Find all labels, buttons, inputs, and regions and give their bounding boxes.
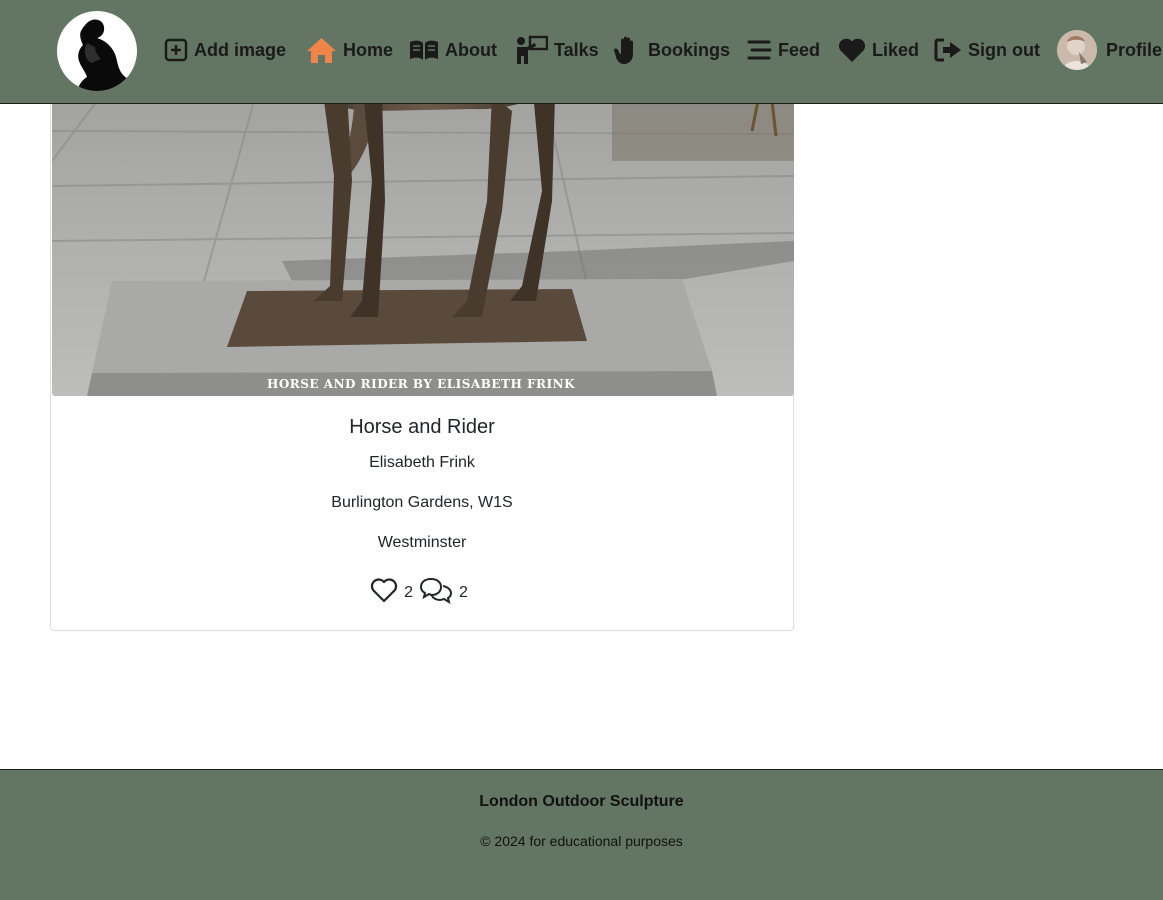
nav-label: Profile [1106, 40, 1163, 60]
nav-talks[interactable]: Talks [515, 34, 599, 66]
image-caption: HORSE AND RIDER BY ELISABETH FRINK [267, 377, 575, 391]
nav-label: Bookings [648, 40, 731, 60]
nav-profile[interactable]: Profile [1057, 29, 1162, 71]
nav-label: Sign out [968, 40, 1040, 60]
top-navbar: Add image Home About Talks Bookings Feed… [0, 0, 1163, 104]
nav-about[interactable]: About [409, 34, 497, 66]
likes-count: 2 [404, 583, 413, 601]
nav-label: Talks [554, 40, 599, 60]
heart-icon [838, 38, 866, 62]
plus-square-icon [164, 38, 188, 62]
post-stats: 2 2 [51, 576, 793, 609]
post-location: Burlington Gardens, W1S [331, 494, 513, 511]
nav-feed[interactable]: Feed [746, 34, 820, 66]
presenter-icon [517, 35, 548, 64]
footer-title: London Outdoor Sculpture [479, 793, 684, 810]
thinker-silhouette-icon[interactable] [57, 11, 137, 91]
home-icon [307, 38, 336, 63]
footer: London Outdoor Sculpture © 2024 for educ… [0, 769, 1163, 900]
post-title: Horse and Rider [349, 416, 495, 438]
hand-icon [614, 36, 633, 64]
like-heart-icon[interactable] [370, 577, 398, 608]
nav-label: Home [343, 40, 394, 60]
nav-label: About [445, 40, 497, 60]
nav-sign-out[interactable]: Sign out [934, 34, 1040, 66]
post-borough: Westminster [377, 534, 467, 551]
comments-icon[interactable] [419, 576, 453, 609]
nav-liked[interactable]: Liked [838, 34, 919, 66]
book-open-icon [410, 40, 438, 60]
nav-label: Add image [194, 40, 287, 60]
post-artist: Elisabeth Frink [369, 454, 475, 471]
nav-home[interactable]: Home [306, 34, 393, 66]
sign-out-icon [934, 38, 961, 62]
avatar [1057, 30, 1097, 70]
nav-label: Liked [872, 40, 920, 60]
nav-label: Feed [778, 40, 821, 60]
stream-icon [747, 40, 772, 60]
nav-add-image[interactable]: Add image [164, 34, 286, 66]
comments-count: 2 [459, 583, 468, 601]
footer-copyright: © 2024 for educational purposes [480, 833, 683, 849]
nav-bookings[interactable]: Bookings [614, 34, 730, 66]
